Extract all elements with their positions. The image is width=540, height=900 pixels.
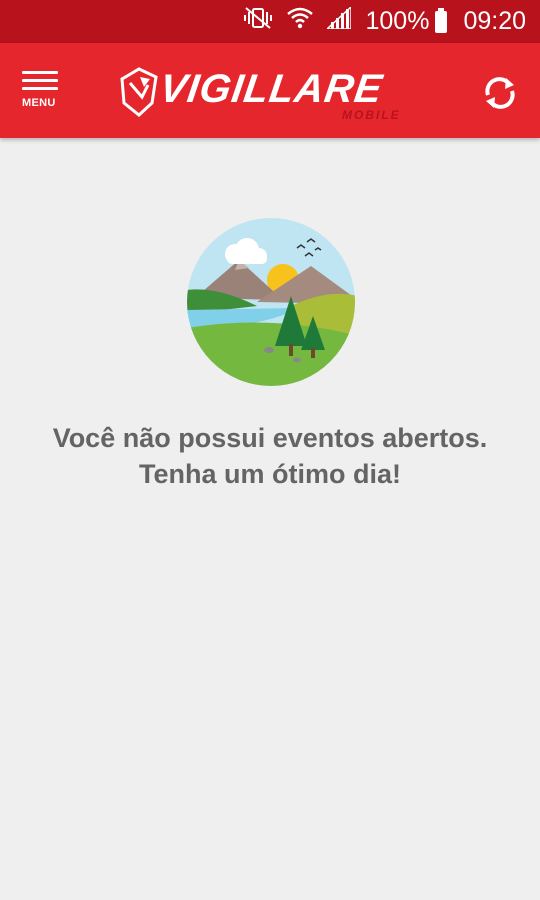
empty-state-line-1: Você não possui eventos abertos. [52,423,488,453]
shield-logo-icon [120,67,158,117]
menu-label: MENU [22,97,56,109]
refresh-button[interactable] [480,73,520,113]
signal-icon [325,5,353,36]
wifi-icon [287,5,314,38]
refresh-icon [485,77,515,109]
clock: 09:20 [463,7,526,35]
mute-vibrate-icon [243,6,273,37]
empty-state-message: Você não possui eventos abertos. Tenha u… [0,420,540,492]
menu-button[interactable]: MENU [18,71,64,127]
hamburger-icon-line [22,79,58,82]
empty-state-line-2: Tenha um ótimo dia! [139,459,401,489]
app-logo: VIGILLARE MOBILE [120,63,430,122]
app-bar: MENU VIGILLARE MOBILE [0,43,540,138]
logo-subtext: MOBILE [342,108,401,122]
status-bar: 100% 09:20 [0,0,540,43]
battery-icon [435,7,448,33]
landscape-illustration [187,218,355,386]
hamburger-icon-line [22,87,58,90]
main-content: Você não possui eventos abertos. Tenha u… [0,138,540,900]
battery-percentage: 100% [365,7,430,35]
hamburger-icon [22,71,58,74]
logo-text: VIGILLARE [156,67,386,111]
